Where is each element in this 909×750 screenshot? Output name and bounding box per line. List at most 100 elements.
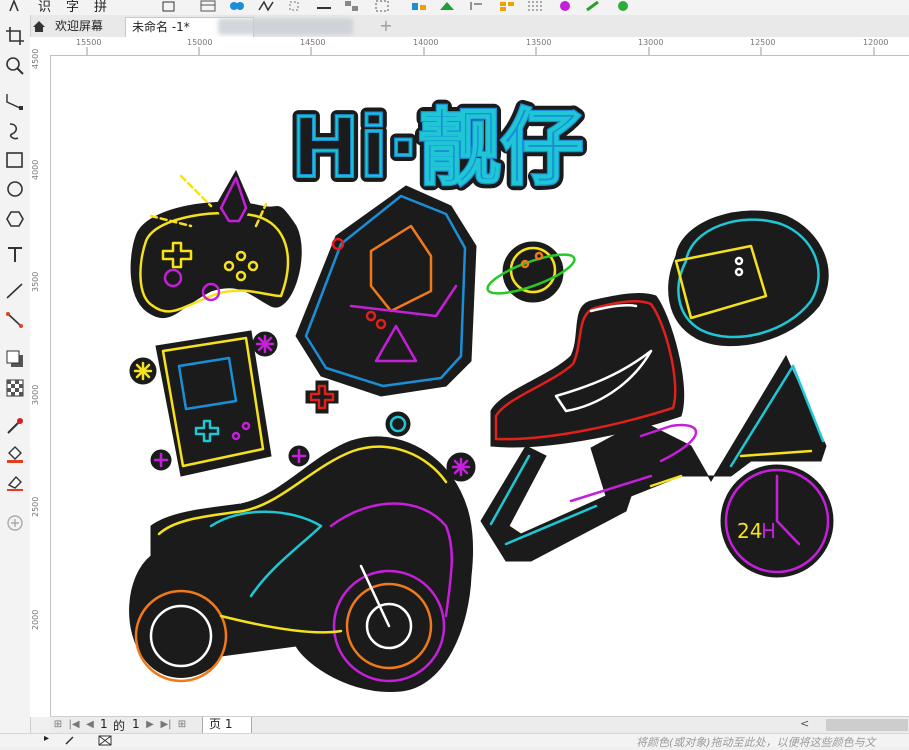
freehand-tool-button[interactable] bbox=[4, 90, 26, 112]
drawing-canvas[interactable]: .dk { fill:#1b1b1b; stroke:#1b1b1b; } .l… bbox=[51, 56, 909, 716]
ruler-label: 14500 bbox=[300, 38, 326, 47]
page-of-label: 的 bbox=[113, 719, 126, 733]
freehand-icon bbox=[6, 94, 23, 110]
color-style-icon[interactable] bbox=[556, 0, 574, 12]
ellipse-tool-button[interactable] bbox=[4, 178, 26, 200]
page-settings-button[interactable]: ⊞ bbox=[52, 718, 64, 732]
status-eyedropper-icon[interactable] bbox=[64, 735, 76, 745]
ruler-label: 15000 bbox=[187, 38, 213, 47]
horizontal-scrollbar[interactable]: < bbox=[798, 717, 908, 731]
scroll-left-icon[interactable]: < bbox=[800, 717, 809, 730]
text-frame-icon[interactable] bbox=[468, 0, 486, 12]
eyedropper-tool-button[interactable] bbox=[4, 415, 26, 437]
toolbar-text-2[interactable]: 字 bbox=[66, 0, 79, 15]
document-tabs: 欢迎屏幕 未命名 -1* + bbox=[30, 15, 909, 38]
add-tool-button[interactable] bbox=[4, 512, 26, 534]
dimension-tool-button[interactable] bbox=[4, 280, 26, 302]
tab-welcome[interactable]: 欢迎屏幕 bbox=[30, 17, 130, 36]
plugin-icon[interactable] bbox=[614, 0, 632, 12]
add-page-button[interactable]: ⊞ bbox=[176, 718, 188, 732]
next-page-button[interactable]: ▶ bbox=[144, 718, 156, 732]
fill-bucket-icon bbox=[7, 446, 23, 463]
toolbox bbox=[0, 15, 31, 746]
scroll-thumb[interactable] bbox=[826, 719, 908, 731]
title-inner-line: Hi·靓仔 bbox=[291, 101, 583, 196]
ruler-label: 3500 bbox=[31, 271, 40, 292]
table-icon[interactable] bbox=[200, 0, 216, 12]
toolbar-text-3[interactable]: 拼 bbox=[94, 0, 107, 15]
tab-document-label: 未命名 -1* bbox=[132, 20, 190, 34]
node-icon[interactable] bbox=[288, 0, 304, 12]
brush-icon bbox=[9, 123, 19, 140]
connector-tool-button[interactable] bbox=[4, 309, 26, 331]
title-text-art[interactable]: Hi·靓仔 Hi·靓仔 Hi·靓仔 bbox=[285, 95, 589, 202]
gamepad-sticker[interactable] bbox=[130, 169, 302, 319]
add-tab-button[interactable]: + bbox=[376, 15, 396, 36]
connector-icon bbox=[6, 312, 23, 328]
zoom-tool-button[interactable] bbox=[4, 55, 26, 77]
select-region-icon[interactable] bbox=[374, 0, 390, 12]
ruler-label: 4500 bbox=[31, 48, 40, 69]
total-pages: 1 bbox=[132, 717, 140, 731]
helmet-sticker[interactable] bbox=[668, 210, 829, 347]
last-page-button[interactable]: ▶| bbox=[160, 718, 172, 732]
line-icon[interactable] bbox=[316, 0, 332, 12]
text-icon bbox=[8, 247, 22, 262]
envelope-icon[interactable] bbox=[438, 0, 456, 12]
arcade-sticker[interactable] bbox=[295, 185, 477, 397]
ruler-label: 12000 bbox=[863, 38, 889, 47]
crop-tool-button[interactable] bbox=[4, 25, 26, 47]
ruler-label: 13000 bbox=[638, 38, 664, 47]
ruler-label: 2000 bbox=[31, 609, 40, 630]
transparency-tool-button[interactable] bbox=[4, 377, 26, 399]
polygon-icon bbox=[6, 211, 24, 227]
polygon-tool-button[interactable] bbox=[4, 208, 26, 230]
rectangle-tool-button[interactable] bbox=[4, 149, 26, 171]
horizontal-ruler[interactable]: 15500 15000 14500 14000 13500 13000 1250… bbox=[50, 37, 909, 56]
arrange-icon[interactable] bbox=[344, 0, 360, 12]
neon-artwork[interactable]: .dk { fill:#1b1b1b; stroke:#1b1b1b; } .l… bbox=[51, 56, 909, 716]
vertical-ruler[interactable]: 4500 4000 3500 3000 2500 2000 bbox=[30, 49, 51, 717]
ruler-label: 15500 bbox=[76, 38, 102, 47]
status-arrow-icon[interactable]: ▸ bbox=[44, 733, 49, 744]
home-icon bbox=[33, 21, 45, 32]
blurred-tab[interactable] bbox=[218, 18, 353, 35]
text-tool-button[interactable] bbox=[4, 243, 26, 265]
toolbar-text-1[interactable]: 识 bbox=[38, 0, 51, 15]
artistic-media-button[interactable] bbox=[4, 120, 26, 142]
top-toolbar: 识 字 拼 bbox=[0, 0, 909, 16]
page-tab[interactable]: 页 1 bbox=[202, 717, 252, 734]
no-fill-icon[interactable] bbox=[98, 735, 112, 746]
ruler-label: 12500 bbox=[750, 38, 776, 47]
page-navigator: ⊞ |◀ ◀ 1 的 1 ▶ ▶| ⊞ 页 1 < bbox=[50, 716, 909, 734]
ruler-ticks bbox=[86, 47, 875, 55]
clipboard-icon[interactable] bbox=[160, 0, 178, 12]
rectangle-icon bbox=[6, 152, 23, 168]
shadow-tool-button[interactable] bbox=[4, 348, 26, 370]
grid-icon[interactable] bbox=[498, 0, 516, 12]
tab-welcome-label: 欢迎屏幕 bbox=[55, 19, 104, 33]
status-bar: ▸ 将颜色(或对象)拖动至此处，以便将这些颜色与文 bbox=[0, 733, 909, 749]
blend-icon[interactable] bbox=[258, 0, 274, 12]
prev-page-button[interactable]: ◀ bbox=[84, 718, 96, 732]
contour-icon[interactable] bbox=[228, 0, 246, 12]
transparency-icon bbox=[6, 379, 24, 397]
align-icon[interactable] bbox=[410, 0, 428, 12]
dimension-icon bbox=[6, 283, 23, 299]
handheld-sticker[interactable] bbox=[155, 330, 272, 477]
ruler-label: 4000 bbox=[31, 159, 40, 180]
eyedropper-color-icon[interactable] bbox=[584, 0, 602, 12]
ruler-label: 14000 bbox=[413, 38, 439, 47]
crop-icon bbox=[6, 27, 24, 45]
current-page-number: 1 bbox=[100, 717, 108, 731]
pattern-icon[interactable] bbox=[526, 0, 544, 12]
first-page-button[interactable]: |◀ bbox=[68, 718, 80, 732]
fill-tool-button[interactable] bbox=[4, 443, 26, 465]
sneaker-sticker[interactable] bbox=[490, 293, 685, 448]
text-tool-icon[interactable] bbox=[8, 0, 22, 12]
clock-badge[interactable]: 24 H bbox=[720, 464, 834, 578]
drop-shadow-icon bbox=[6, 350, 23, 367]
eyedropper-icon bbox=[7, 418, 23, 434]
smart-fill-tool-button[interactable] bbox=[4, 471, 26, 493]
planet-sticker[interactable] bbox=[484, 241, 579, 303]
